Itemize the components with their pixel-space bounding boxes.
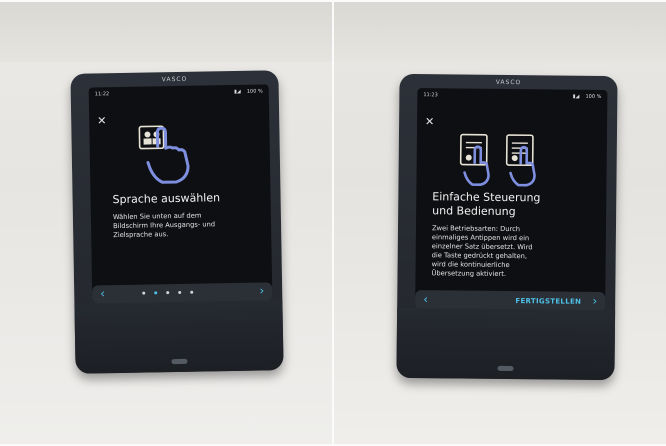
onboarding-body: Wählen Sie unten auf dem Bildschirm Ihre… <box>113 211 215 240</box>
page-dot <box>142 291 146 295</box>
onboarding-body: Zwei Betriebsarten: Durch einmaliges Ant… <box>431 224 532 279</box>
onboarding-title: Einfache Steuerung und Bedienung <box>432 190 540 219</box>
next-chevron-icon[interactable]: › <box>592 294 597 308</box>
page-dot <box>178 290 182 294</box>
status-time: 11:22 <box>94 91 110 98</box>
device-bottom-bezel <box>74 300 284 374</box>
prev-chevron-icon[interactable]: ‹ <box>100 286 105 300</box>
signal-icon: ▮◢ <box>572 93 580 100</box>
onboarding-title: Sprache auswählen <box>112 191 221 207</box>
page-dot <box>190 290 194 294</box>
translator-device-right: VASCO 11:23 ▮◢ 100 % ✕ Einfache Steuerun… <box>396 73 618 381</box>
signal-icon: ▮◢ <box>234 88 241 95</box>
page-dot <box>166 291 170 295</box>
page-dot-active <box>154 291 158 295</box>
status-battery: 100 % <box>585 93 602 100</box>
brand-logo: VASCO <box>161 75 188 84</box>
photo-left: VASCO 11:22 ▮◢ 100 % ✕ Sprache auswählen <box>0 2 332 444</box>
photo-right: VASCO 11:23 ▮◢ 100 % ✕ Einfache Steuerun… <box>334 2 666 444</box>
language-select-illustration-icon <box>138 125 190 184</box>
brand-logo: VASCO <box>495 78 522 87</box>
title-line: Einfache Steuerung <box>432 190 541 205</box>
translator-device-left: VASCO 11:22 ▮◢ 100 % ✕ Sprache auswählen <box>70 70 284 374</box>
status-bar: 11:23 ▮◢ 100 % <box>423 92 601 102</box>
background-wall <box>334 2 666 62</box>
home-button[interactable] <box>497 365 514 372</box>
status-time: 11:23 <box>423 92 438 99</box>
operation-modes-illustration-icon <box>459 133 536 187</box>
background-wall <box>0 2 332 62</box>
status-battery: 100 % <box>246 88 263 95</box>
body-line: Zielsprache aus. <box>113 230 169 240</box>
body-line: Übersetzung aktiviert. <box>431 269 507 278</box>
device-bottom-bezel <box>396 307 616 381</box>
close-icon[interactable]: ✕ <box>97 114 106 127</box>
device-screen: 11:23 ▮◢ 100 % ✕ Einfache Steuerung und … <box>415 88 608 303</box>
photo-scene: VASCO 11:22 ▮◢ 100 % ✕ Sprache auswählen <box>0 0 666 446</box>
close-icon[interactable]: ✕ <box>425 115 434 128</box>
status-bar: 11:22 ▮◢ 100 % <box>95 88 263 99</box>
next-chevron-icon[interactable]: › <box>259 283 264 297</box>
title-line: und Bedienung <box>432 204 516 219</box>
device-screen: 11:22 ▮◢ 100 % ✕ Sprache auswählen Wähle… <box>88 84 273 296</box>
finish-button[interactable]: FERTIGSTELLEN <box>515 297 581 306</box>
page-indicator <box>142 290 194 295</box>
home-button[interactable] <box>171 358 188 365</box>
prev-chevron-icon[interactable]: ‹ <box>423 292 428 306</box>
